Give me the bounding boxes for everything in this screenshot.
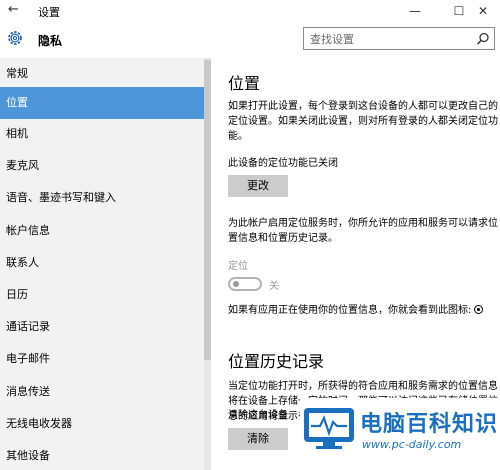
watermark-brand: 电脑百科知识 [360,412,499,437]
search-icon[interactable] [476,31,490,50]
location-in-use-row: 如果有应用正在使用你的位置信息，你就会看到此图标: [228,303,500,318]
sidebar: 常规 位置 相机 麦克风 语音、墨迹书写和键入 帐户信息 联系人 日历 通话记录… [0,58,204,470]
sidebar-item-calendar[interactable]: 日历 [0,279,204,311]
back-button[interactable]: ← [8,2,19,17]
sidebar-item-messaging[interactable]: 消息传送 [0,376,204,408]
sidebar-item-other-devices[interactable]: 其他设备 [0,440,204,470]
sidebar-item-email[interactable]: 电子邮件 [0,343,204,375]
sidebar-item-location[interactable]: 位置 [0,87,204,119]
location-toggle-label: 定位 [228,261,248,272]
sidebar-item-radios[interactable]: 无线电收发器 [0,408,204,440]
toggle-state-text: 关 [269,281,279,292]
intro-text: 如果打开此设置，每个登录到这台设备的人都可以更改自己的定位设置。如果关闭此设置，… [228,101,498,142]
device-location-status: 此设备的定位功能已关闭 [228,158,338,169]
settings-header: 隐私 [0,22,500,58]
sidebar-item-call-history[interactable]: 通话记录 [0,311,204,343]
monitor-logo-icon [302,406,356,454]
title-bar: ← 设置 — ☐ ✕ [0,0,500,22]
sidebar-item-contacts[interactable]: 联系人 [0,247,204,279]
section-heading: 位置 [228,74,261,93]
sidebar-item-general[interactable]: 常规 [0,58,204,90]
search-input[interactable] [304,29,464,50]
sidebar-item-account-info[interactable]: 帐户信息 [0,215,204,247]
toggle-knob [233,281,239,287]
sidebar-scrollbar-thumb[interactable] [204,60,211,360]
sidebar-item-speech-inking-typing[interactable]: 语音、墨迹书写和键入 [0,182,204,214]
location-in-use-text: 如果有应用正在使用你的位置信息，你就会看到此图标: [228,305,472,316]
location-in-use-icon [474,305,484,314]
watermark: 电脑百科知识 www.pc-daily.com [300,398,500,470]
minimize-button[interactable]: — [398,0,432,22]
window-title: 设置 [38,6,60,19]
page-title: 隐私 [38,34,63,48]
search-box [303,27,495,50]
sidebar-item-camera[interactable]: 相机 [0,118,204,150]
sidebar-item-microphone[interactable]: 麦克风 [0,150,204,182]
clear-button[interactable]: 清除 [228,428,288,450]
location-toggle[interactable] [228,277,262,291]
gear-icon [6,29,24,51]
account-location-description: 为此帐户启用定位服务时，你所允许的应用和服务可以请求位置信息和位置历史记录。 [228,218,498,244]
change-button[interactable]: 更改 [228,175,288,197]
close-button[interactable]: ✕ [466,0,500,22]
history-heading: 位置历史记录 [228,352,325,371]
watermark-url: www.pc-daily.com [362,438,462,451]
